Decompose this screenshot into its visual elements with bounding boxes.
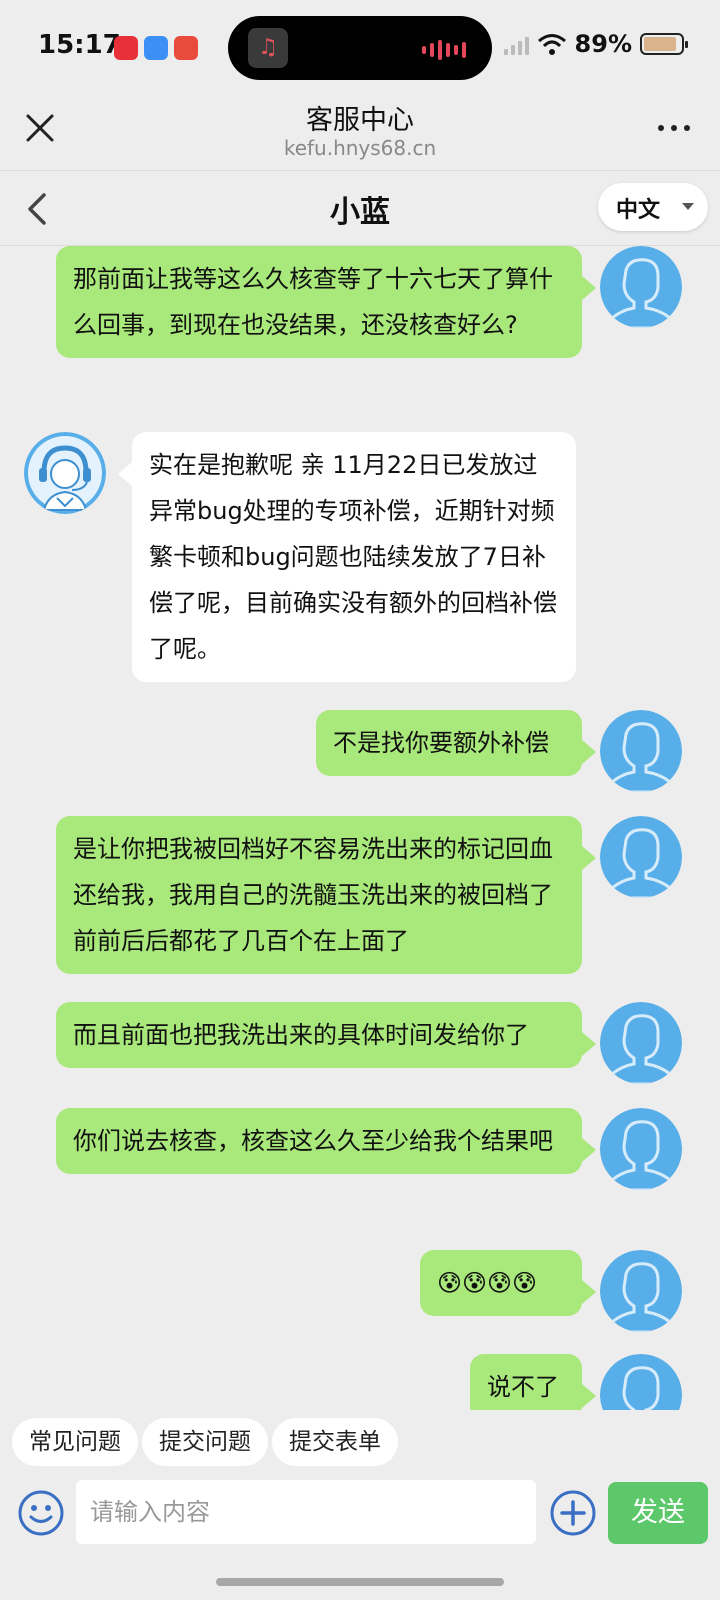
caret-down-icon — [682, 203, 694, 210]
message-item-user: 😰😰😰😰 — [0, 1250, 720, 1334]
message-bubble[interactable]: 说不了 — [470, 1354, 582, 1410]
user-avatar — [600, 246, 682, 328]
bubble-tail — [582, 1138, 596, 1162]
emoji-button[interactable] — [16, 1488, 66, 1538]
home-indicator[interactable] — [216, 1578, 504, 1586]
agent-avatar — [24, 432, 106, 514]
quick-reply-faq[interactable]: 常见问题 — [12, 1418, 138, 1466]
user-avatar — [600, 710, 682, 792]
user-avatar — [600, 816, 682, 898]
more-options-button[interactable] — [654, 118, 694, 138]
message-bubble[interactable]: 那前面让我等这么久核查等了十六七天了算什么回事，到现在也没结果，还没核查好么? — [56, 246, 582, 358]
bubble-tail — [582, 1032, 596, 1056]
status-time: 15:17 — [38, 30, 121, 60]
quick-reply-submit-question[interactable]: 提交问题 — [142, 1418, 268, 1466]
message-item-user: 是让你把我被回档好不容易洗出来的标记回血还给我，我用自己的洗髓玉洗出来的被回档了… — [0, 816, 720, 982]
quick-reply-bar: 常见问题 提交问题 提交表单 — [0, 1410, 720, 1480]
wifi-icon — [537, 34, 566, 55]
quick-reply-submit-form[interactable]: 提交表单 — [272, 1418, 398, 1466]
message-text: 而且前面也把我洗出来的具体时间发给你了 — [73, 1021, 529, 1049]
send-button[interactable]: 发送 — [608, 1482, 708, 1544]
message-list[interactable]: 那前面让我等这么久核查等了十六七天了算什么回事，到现在也没结果，还没核查好么? … — [0, 246, 720, 1410]
netease-music-icon — [114, 36, 138, 60]
message-text: 说不了 — [487, 1373, 559, 1401]
audio-wave-icon — [422, 40, 466, 60]
bubble-tail — [582, 276, 596, 300]
plus-circle-icon — [550, 1490, 596, 1536]
user-avatar — [600, 1002, 682, 1084]
cellular-signal-icon — [503, 33, 529, 55]
message-input[interactable] — [76, 1480, 536, 1544]
message-text: 实在是抱歉呢 亲 11月22日已发放过异常bug处理的专项补偿，近期针对频繁卡顿… — [149, 451, 557, 663]
bubble-tail — [118, 462, 132, 486]
app-notification-icon — [174, 36, 198, 60]
notification-icons — [114, 36, 198, 60]
message-text: 是让你把我被回档好不容易洗出来的标记回血还给我，我用自己的洗髓玉洗出来的被回档了… — [73, 835, 553, 955]
message-item-user: 说不了 — [0, 1354, 720, 1410]
language-select[interactable]: 中文 — [598, 183, 708, 231]
message-item-agent: 实在是抱歉呢 亲 11月22日已发放过异常bug处理的专项补偿，近期针对频繁卡顿… — [0, 432, 720, 692]
user-avatar — [600, 1108, 682, 1190]
user-avatar — [600, 1354, 682, 1410]
language-label: 中文 — [616, 198, 661, 223]
add-attachment-button[interactable] — [548, 1488, 598, 1538]
message-bubble[interactable]: 😰😰😰😰 — [420, 1250, 582, 1316]
message-bubble[interactable]: 不是找你要额外补偿 — [316, 710, 582, 776]
message-text: 😰😰😰😰 — [437, 1269, 538, 1297]
page-title: 客服中心 — [306, 105, 414, 136]
battery-percent: 89% — [574, 30, 632, 58]
smiley-icon — [18, 1490, 64, 1536]
chat-header: 小蓝 中文 — [0, 170, 720, 246]
user-avatar — [600, 1250, 682, 1332]
message-text: 你们说去核查，核查这么久至少给我个结果吧 — [73, 1127, 553, 1155]
message-item-user: 不是找你要额外补偿 — [0, 710, 720, 794]
feishu-icon — [144, 36, 168, 60]
message-bubble[interactable]: 实在是抱歉呢 亲 11月22日已发放过异常bug处理的专项补偿，近期针对频繁卡顿… — [132, 432, 576, 682]
bubble-tail — [582, 846, 596, 870]
input-bar: 发送 — [0, 1480, 720, 1600]
status-bar: 15:17 ♫ 89% — [0, 0, 720, 90]
battery-icon — [640, 33, 688, 55]
bubble-tail — [582, 740, 596, 764]
bubble-tail — [582, 1384, 596, 1408]
message-bubble[interactable]: 你们说去核查，核查这么久至少给我个结果吧 — [56, 1108, 582, 1174]
more-dot-icon — [684, 125, 690, 131]
dynamic-island: ♫ — [228, 16, 492, 80]
message-text: 那前面让我等这么久核查等了十六七天了算什么回事，到现在也没结果，还没核查好么? — [73, 265, 553, 339]
message-bubble[interactable]: 而且前面也把我洗出来的具体时间发给你了 — [56, 1002, 582, 1068]
browser-header: 客服中心 kefu.hnys68.cn — [0, 90, 720, 170]
message-item-user: 而且前面也把我洗出来的具体时间发给你了 — [0, 1002, 720, 1086]
more-dot-icon — [658, 125, 664, 131]
music-note-icon: ♫ — [248, 28, 288, 68]
message-item-user: 你们说去核查，核查这么久至少给我个结果吧 — [0, 1108, 720, 1228]
bubble-tail — [582, 1280, 596, 1304]
battery-level — [644, 37, 677, 51]
page-url: kefu.hnys68.cn — [283, 136, 437, 160]
more-dot-icon — [671, 125, 677, 131]
message-bubble[interactable]: 是让你把我被回档好不容易洗出来的标记回血还给我，我用自己的洗髓玉洗出来的被回档了… — [56, 816, 582, 974]
message-item-user: 那前面让我等这么久核查等了十六七天了算什么回事，到现在也没结果，还没核查好么? — [0, 246, 720, 416]
message-text: 不是找你要额外补偿 — [333, 729, 549, 757]
